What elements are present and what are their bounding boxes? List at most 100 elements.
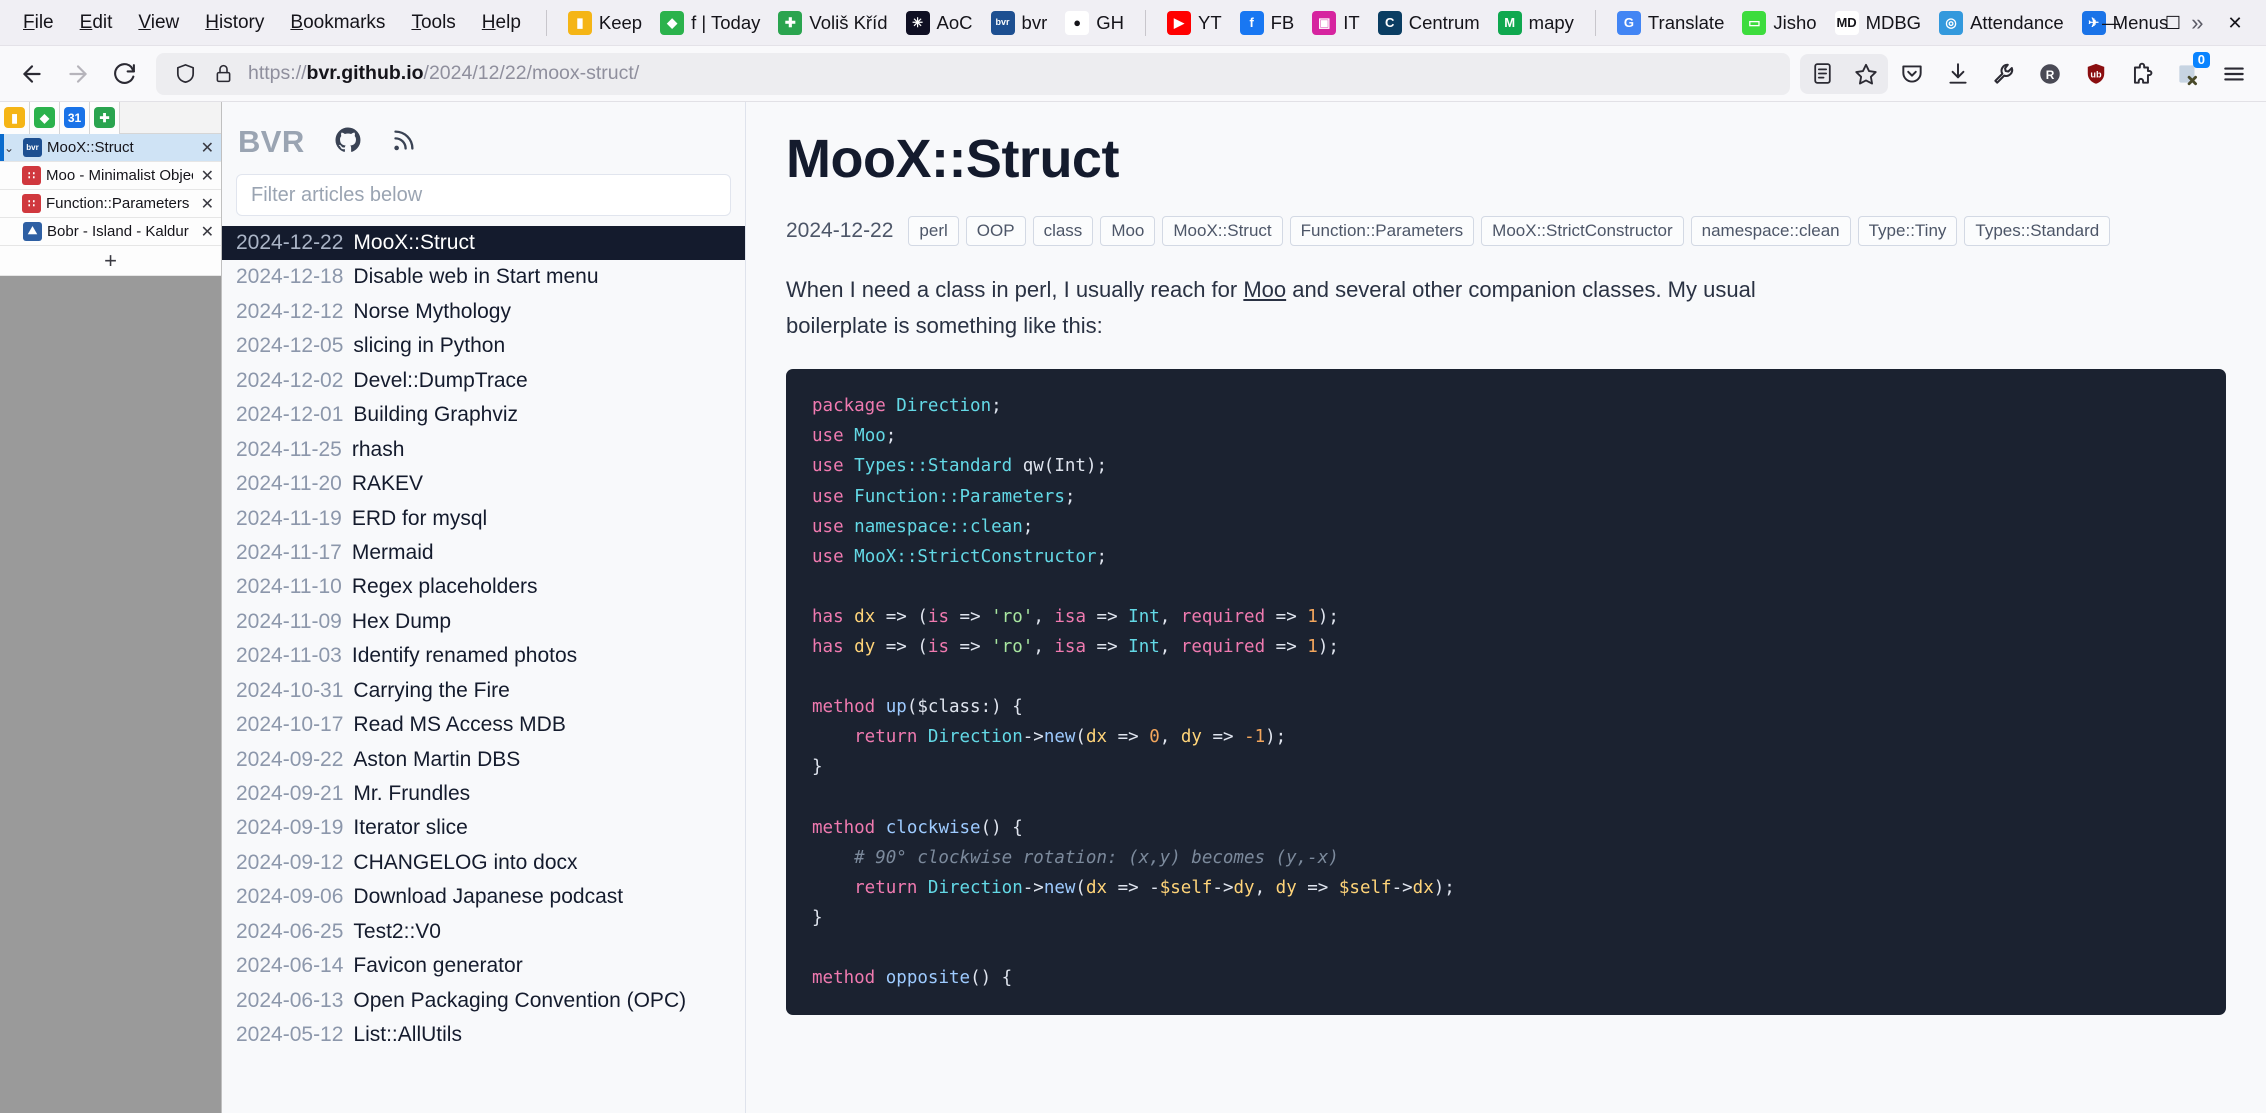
tag-namespace-clean[interactable]: namespace::clean: [1690, 216, 1851, 246]
r-circle-icon[interactable]: R: [2028, 54, 2072, 94]
article-list-item[interactable]: 2024-12-12 Norse Mythology: [222, 295, 745, 329]
article-list-item[interactable]: 2024-11-17 Mermaid: [222, 536, 745, 570]
keep-sidebar-button[interactable]: ▮: [0, 101, 30, 134]
tab-moox-struct[interactable]: ⌄ bvr MooX::Struct ✕: [0, 134, 221, 162]
menu-item-help[interactable]: Help: [469, 8, 534, 38]
bookmark-f-today[interactable]: ◆ f | Today: [651, 7, 769, 39]
menu-item-file[interactable]: File: [10, 8, 67, 38]
url-bar[interactable]: https://bvr.github.io/2024/12/22/moox-st…: [156, 52, 1790, 95]
filter-articles-input[interactable]: Filter articles below: [236, 174, 731, 216]
code-token: ,: [1254, 877, 1276, 898]
cross-sidebar-button[interactable]: ✚: [90, 101, 120, 134]
extension-puzzle-icon[interactable]: [2120, 54, 2164, 94]
close-window-button[interactable]: ✕: [2204, 0, 2266, 46]
reload-button[interactable]: [102, 54, 146, 94]
menu-item-tools[interactable]: Tools: [398, 8, 468, 38]
article-list-item[interactable]: 2024-05-12 List::AllUtils: [222, 1018, 745, 1052]
article-list-item[interactable]: 2024-12-02 Devel::DumpTrace: [222, 364, 745, 398]
article-list-item[interactable]: 2024-06-13 Open Packaging Convention (OPC…: [222, 984, 745, 1018]
bookmark-bvr[interactable]: bvr bvr: [982, 7, 1057, 39]
tag-moox-strictconstructor[interactable]: MooX::StrictConstructor: [1481, 216, 1684, 246]
feedly-sidebar-button[interactable]: ◆: [30, 101, 60, 134]
close-tab-icon[interactable]: ✕: [198, 194, 217, 214]
tag-types-standard[interactable]: Types::Standard: [1964, 216, 2111, 246]
article-list-item[interactable]: 2024-11-20 RAKEV: [222, 467, 745, 501]
menu-item-bookmarks[interactable]: Bookmarks: [277, 8, 398, 38]
close-tab-icon[interactable]: ✕: [198, 166, 217, 186]
app-menu-icon[interactable]: [2212, 54, 2256, 94]
article-list-item[interactable]: 2024-06-25 Test2::V0: [222, 915, 745, 949]
article-list-item[interactable]: 2024-09-22 Aston Martin DBS: [222, 743, 745, 777]
bookmark-centrum[interactable]: C Centrum: [1369, 7, 1489, 39]
bookmark-aoc[interactable]: ✳ AoC: [897, 7, 982, 39]
tag-moox-struct[interactable]: MooX::Struct: [1162, 216, 1283, 246]
github-icon[interactable]: [333, 125, 363, 160]
pocket-icon[interactable]: [1890, 54, 1934, 94]
wrench-icon[interactable]: [1982, 54, 2026, 94]
article-list-item[interactable]: 2024-09-19 Iterator slice: [222, 811, 745, 845]
code-token: ($class:) {: [906, 697, 1023, 718]
tab-session-icon[interactable]: 0: [2166, 51, 2210, 94]
code-token: =>: [1265, 637, 1308, 657]
bookmark-mdbg[interactable]: MD MDBG: [1826, 7, 1931, 39]
rss-icon[interactable]: [391, 126, 418, 158]
article-list-item[interactable]: 2024-12-05 slicing in Python: [222, 329, 745, 363]
moo-link[interactable]: Moo: [1243, 277, 1286, 302]
menu-item-history[interactable]: History: [192, 8, 277, 38]
reader-mode-group: [1800, 53, 1888, 94]
bookmark-gh[interactable]: ● GH: [1056, 7, 1133, 39]
article-list-item[interactable]: 2024-09-12 CHANGELOG into docx: [222, 846, 745, 880]
bookmark-mapy[interactable]: Mmapy: [1489, 7, 1583, 39]
article-list-item[interactable]: 2024-10-17 Read MS Access MDB: [222, 708, 745, 742]
article-list-item[interactable]: 2024-09-21 Mr. Frundles: [222, 777, 745, 811]
maximize-button[interactable]: ☐: [2142, 0, 2204, 46]
article-list-item[interactable]: 2024-12-18 Disable web in Start menu: [222, 260, 745, 294]
new-tab-button[interactable]: +: [0, 246, 221, 276]
url-text[interactable]: https://bvr.github.io/2024/12/22/moox-st…: [242, 62, 639, 85]
bookmark-it[interactable]: ▣ IT: [1303, 7, 1368, 39]
tab-moo-minimalist-object-[interactable]: ∷ Moo - Minimalist Object (✕: [0, 162, 221, 190]
close-tab-icon[interactable]: ✕: [198, 222, 217, 242]
code-token: namespace::clean: [854, 516, 1023, 537]
bookmark-voli-k-d[interactable]: ✚ Voliš Kříd: [769, 7, 896, 39]
article-list-item[interactable]: 2024-10-31 Carrying the Fire: [222, 674, 745, 708]
article-list-item[interactable]: 2024-11-19 ERD for mysql: [222, 502, 745, 536]
article-list-item[interactable]: 2024-11-25 rhash: [222, 433, 745, 467]
reader-view-icon[interactable]: [1800, 54, 1844, 94]
article-list-item[interactable]: 2024-11-09 Hex Dump: [222, 605, 745, 639]
menu-item-view[interactable]: View: [125, 8, 192, 38]
tag-class[interactable]: class: [1032, 216, 1094, 246]
bookmark-fb[interactable]: f FB: [1231, 7, 1304, 39]
tag-perl[interactable]: perl: [908, 216, 959, 246]
tag-moo[interactable]: Moo: [1100, 216, 1156, 246]
minimize-button[interactable]: —: [2080, 0, 2142, 46]
ublock-origin-icon[interactable]: ub: [2074, 54, 2118, 94]
forward-button[interactable]: [56, 54, 100, 94]
back-button[interactable]: [10, 54, 54, 94]
bookmark-jisho[interactable]: ▭ Jisho: [1733, 7, 1825, 39]
bookmark-yt[interactable]: ▶ YT: [1158, 7, 1231, 39]
tag-function-parameters[interactable]: Function::Parameters: [1289, 216, 1475, 246]
close-tab-icon[interactable]: ✕: [198, 138, 217, 158]
article-list-item[interactable]: 2024-11-03 Identify renamed photos: [222, 639, 745, 673]
article-list-item[interactable]: 2024-12-22 MooX::Struct: [222, 226, 745, 261]
tab-function-parameters-de[interactable]: ∷ Function::Parameters - de ✕: [0, 190, 221, 218]
tab-bobr-island-kaldur-pottu[interactable]: ⛰ Bobr - Island - Kaldur pottur ✕: [0, 218, 221, 246]
downloads-icon[interactable]: [1936, 54, 1980, 94]
bookmark-attendance[interactable]: ◎ Attendance: [1930, 7, 2073, 39]
tag-oop[interactable]: OOP: [965, 216, 1026, 246]
lock-icon[interactable]: [204, 63, 242, 84]
bookmark-keep[interactable]: ▮ Keep: [559, 7, 651, 39]
bookmark-star-icon[interactable]: [1844, 54, 1888, 94]
shield-icon[interactable]: [166, 62, 204, 85]
bookmark-translate[interactable]: G Translate: [1608, 7, 1733, 39]
article-list-item[interactable]: 2024-12-01 Building Graphviz: [222, 398, 745, 432]
calendar-sidebar-button[interactable]: 31: [60, 101, 90, 134]
code-token: has: [812, 606, 855, 627]
article-list-item[interactable]: 2024-11-10 Regex placeholders: [222, 570, 745, 604]
menu-item-edit[interactable]: Edit: [67, 8, 126, 38]
tag-type-tiny[interactable]: Type::Tiny: [1857, 216, 1958, 246]
article-list-item[interactable]: 2024-06-14 Favicon generator: [222, 949, 745, 983]
chevron-down-icon[interactable]: ⌄: [0, 141, 18, 155]
article-list-item[interactable]: 2024-09-06 Download Japanese podcast: [222, 880, 745, 914]
